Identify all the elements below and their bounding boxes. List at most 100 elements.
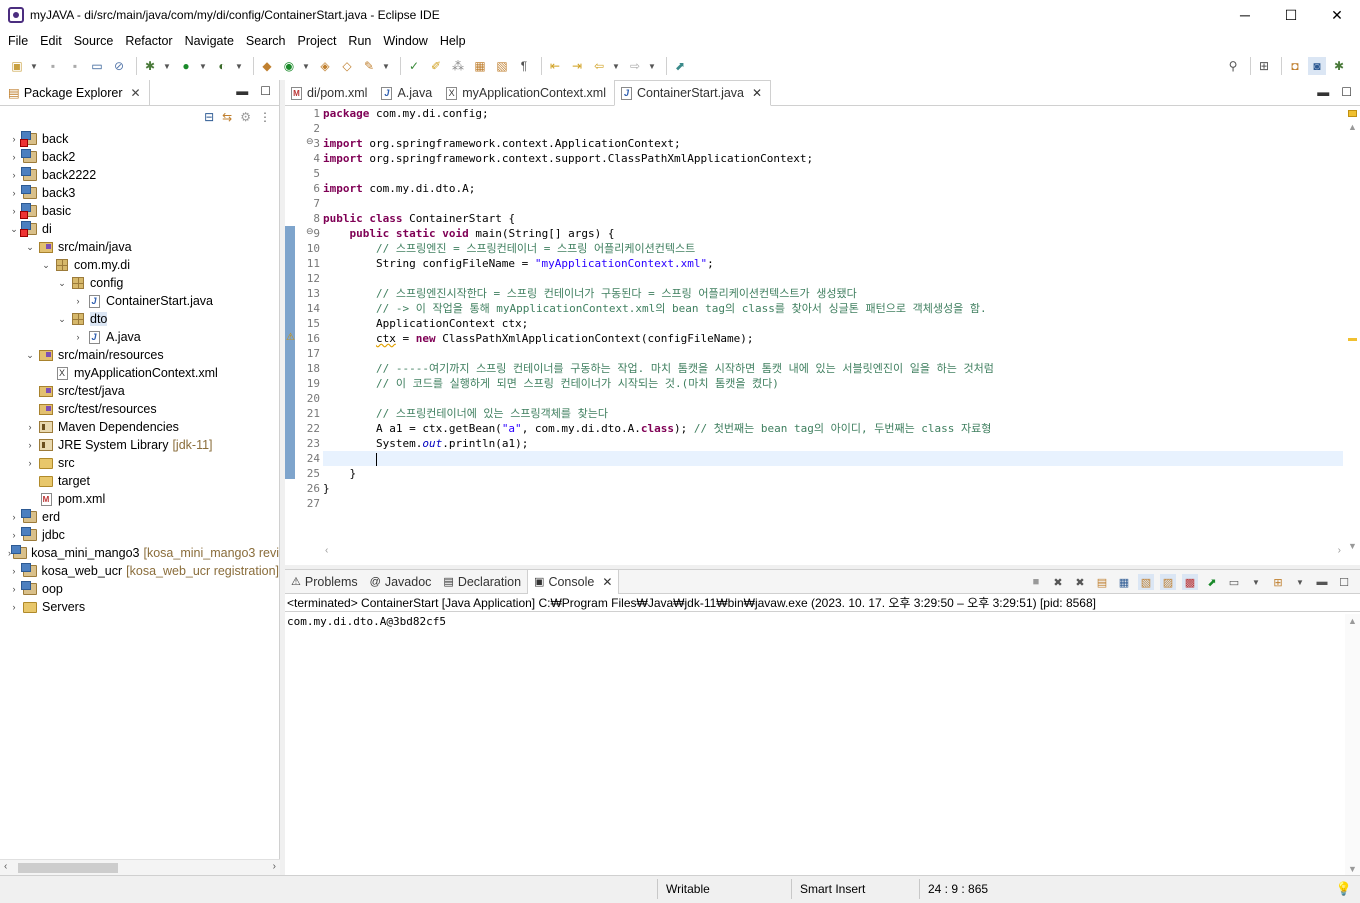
tab-package-explorer[interactable]: ▤ Package Explorer ✕ (0, 79, 150, 106)
code-line[interactable] (323, 496, 1343, 511)
minimize-editor-icon[interactable]: ▬ (1317, 85, 1329, 99)
collapsed-chevron-icon[interactable]: › (24, 439, 36, 451)
close-icon[interactable]: ✕ (752, 86, 762, 100)
display-console-dropdown-icon[interactable]: ▼ (1248, 574, 1264, 590)
minimize-view-icon[interactable]: ▬ (236, 84, 248, 98)
expanded-chevron-icon[interactable]: ⌄ (40, 259, 52, 271)
fold-icon[interactable]: ⊖ (306, 226, 314, 237)
coverage-icon[interactable]: ◐ (213, 57, 231, 75)
code-line[interactable]: // -> 이 작업을 통해 myApplicationContext.xml의… (323, 301, 1343, 316)
code-line[interactable]: import org.springframework.context.suppo… (323, 151, 1343, 166)
next-annotation-icon[interactable]: ⇥ (568, 57, 586, 75)
expanded-chevron-icon[interactable]: ⌄ (56, 277, 68, 289)
tree-item[interactable]: › basic (0, 202, 279, 220)
tab-console[interactable]: ▣ Console ✕ (527, 569, 620, 594)
code-editor[interactable]: 1 2 3 4 5 6 7 8 9 10 11 12 13 14 15 16 17 18 19 20 21 22 23 24 2… (285, 106, 1345, 553)
tree-item[interactable]: › src (0, 454, 279, 472)
word-wrap-icon[interactable]: ▦ (1116, 574, 1132, 590)
scroll-up-icon[interactable]: ▲ (1348, 122, 1357, 132)
editor-overview-ruler[interactable]: ▲ ▼ (1345, 106, 1360, 553)
collapsed-chevron-icon[interactable]: › (72, 331, 84, 343)
scroll-right-icon[interactable]: › (273, 861, 276, 872)
debug-icon[interactable]: ✱ (141, 57, 159, 75)
code-line[interactable] (323, 196, 1343, 211)
open-type-icon[interactable]: ◈ (316, 57, 334, 75)
display-console-icon[interactable]: ▭ (1226, 574, 1242, 590)
editor-hscrollbar[interactable]: ‹ › (321, 545, 1345, 559)
menu-navigate[interactable]: Navigate (179, 34, 240, 48)
tree-item[interactable]: ⌄ config (0, 274, 279, 292)
tree-item[interactable]: › back2 (0, 148, 279, 166)
tree-item[interactable]: src/test/resources (0, 400, 279, 418)
code-line[interactable]: ApplicationContext ctx; (323, 316, 1343, 331)
code-line[interactable]: } (323, 466, 1343, 481)
menu-run[interactable]: Run (342, 34, 377, 48)
tree-item[interactable]: › erd (0, 508, 279, 526)
run-dropdown-icon[interactable]: ▼ (199, 57, 207, 75)
mark-occurrences-icon[interactable]: ✐ (427, 57, 445, 75)
editor-tab[interactable]: J A.java (375, 81, 440, 105)
search-dropdown-icon[interactable]: ▼ (382, 57, 390, 75)
menu-search[interactable]: Search (240, 34, 292, 48)
tab-declaration[interactable]: ▤ Declaration (437, 570, 527, 594)
menu-edit[interactable]: Edit (34, 34, 68, 48)
collapsed-chevron-icon[interactable]: › (8, 601, 20, 613)
expanded-chevron-icon[interactable]: ⌄ (24, 241, 36, 253)
tree-item[interactable]: › kosa_mini_mango3 [kosa_mini_mango3 revi (0, 544, 279, 562)
collapse-all-icon[interactable]: ⊟ (204, 110, 214, 124)
tab-javadoc[interactable]: @ Javadoc (364, 570, 438, 594)
tree-item[interactable]: › jdbc (0, 526, 279, 544)
status-cursor-position[interactable]: 24 : 9 : 865 (928, 880, 988, 898)
maximize-button[interactable]: ☐ (1268, 0, 1314, 30)
filters-icon[interactable]: ⚙ (240, 110, 251, 124)
forward-dropdown-icon[interactable]: ▼ (648, 57, 656, 75)
code-line[interactable]: // 스프링엔진시작한다 = 스프링 컨테이너가 구동된다 = 스프링 어플리케… (323, 286, 1343, 301)
collapsed-chevron-icon[interactable]: › (8, 133, 20, 145)
word-wrap-icon[interactable]: ▦ (471, 57, 489, 75)
menu-refactor[interactable]: Refactor (119, 34, 178, 48)
tree-item[interactable]: › oop (0, 580, 279, 598)
warning-marker[interactable] (1348, 338, 1357, 341)
tip-lightbulb-icon[interactable]: 💡 (1336, 881, 1352, 897)
scroll-left-icon[interactable]: ‹ (4, 861, 7, 872)
remove-launch-icon[interactable]: ✖ (1050, 574, 1066, 590)
code-line[interactable]: public class ContainerStart { (323, 211, 1343, 226)
code-line[interactable]: public static void main(String[] args) { (323, 226, 1343, 241)
debug-perspective-icon[interactable]: ✱ (1330, 57, 1348, 75)
scroll-lock-icon[interactable]: ▤ (1094, 574, 1110, 590)
search-tool-icon[interactable]: ✎ (360, 57, 378, 75)
collapsed-chevron-icon[interactable]: › (8, 169, 20, 181)
display-selected-console-icon[interactable]: ▩ (1182, 574, 1198, 590)
code-line[interactable]: import com.my.di.dto.A; (323, 181, 1343, 196)
tree-item[interactable]: ⌄ di (0, 220, 279, 238)
collapsed-chevron-icon[interactable]: › (8, 205, 20, 217)
code-line[interactable]: import org.springframework.context.Appli… (323, 136, 1343, 151)
code-line[interactable] (323, 346, 1343, 361)
fold-icon[interactable]: ⊖ (306, 136, 314, 147)
new-icon[interactable]: ▣ (8, 57, 26, 75)
tree-item[interactable]: Mpom.xml (0, 490, 279, 508)
java-perspective-icon[interactable]: ◙ (1308, 57, 1326, 75)
back-dropdown-icon[interactable]: ▼ (612, 57, 620, 75)
pin-console-icon[interactable]: ⬈ (1204, 574, 1220, 590)
open-console-icon[interactable]: ⊞ (1270, 574, 1286, 590)
code-line[interactable]: System.out.println(a1); (323, 436, 1343, 451)
run-icon[interactable]: ● (177, 57, 195, 75)
show-whitespace-icon[interactable]: ▧ (493, 57, 511, 75)
open-console-dropdown-icon[interactable]: ▼ (1292, 574, 1308, 590)
search-icon[interactable]: ⚲ (1224, 57, 1242, 75)
warning-icon[interactable]: ⚠ (286, 332, 295, 343)
collapsed-chevron-icon[interactable]: › (24, 421, 36, 433)
scroll-up-icon[interactable]: ▲ (1348, 616, 1357, 626)
editor-tab[interactable]: Mdi/pom.xml (285, 81, 375, 105)
expanded-chevron-icon[interactable]: ⌄ (56, 313, 68, 325)
code-line[interactable]: ctx = new ClassPathXmlApplicationContext… (323, 331, 1343, 346)
tree-item[interactable]: › kosa_web_ucr [kosa_web_ucr registration] (0, 562, 279, 580)
save-all-icon[interactable]: ▪ (66, 57, 84, 75)
console-output[interactable]: com.my.di.dto.A@3bd82cf5 (285, 612, 1360, 631)
java-ee-perspective-icon[interactable]: ◘ (1286, 57, 1304, 75)
maximize-view-icon[interactable]: ☐ (1336, 574, 1352, 590)
collapsed-chevron-icon[interactable]: › (8, 151, 20, 163)
collapsed-chevron-icon[interactable]: › (8, 511, 20, 523)
close-icon[interactable]: ✕ (602, 575, 612, 589)
